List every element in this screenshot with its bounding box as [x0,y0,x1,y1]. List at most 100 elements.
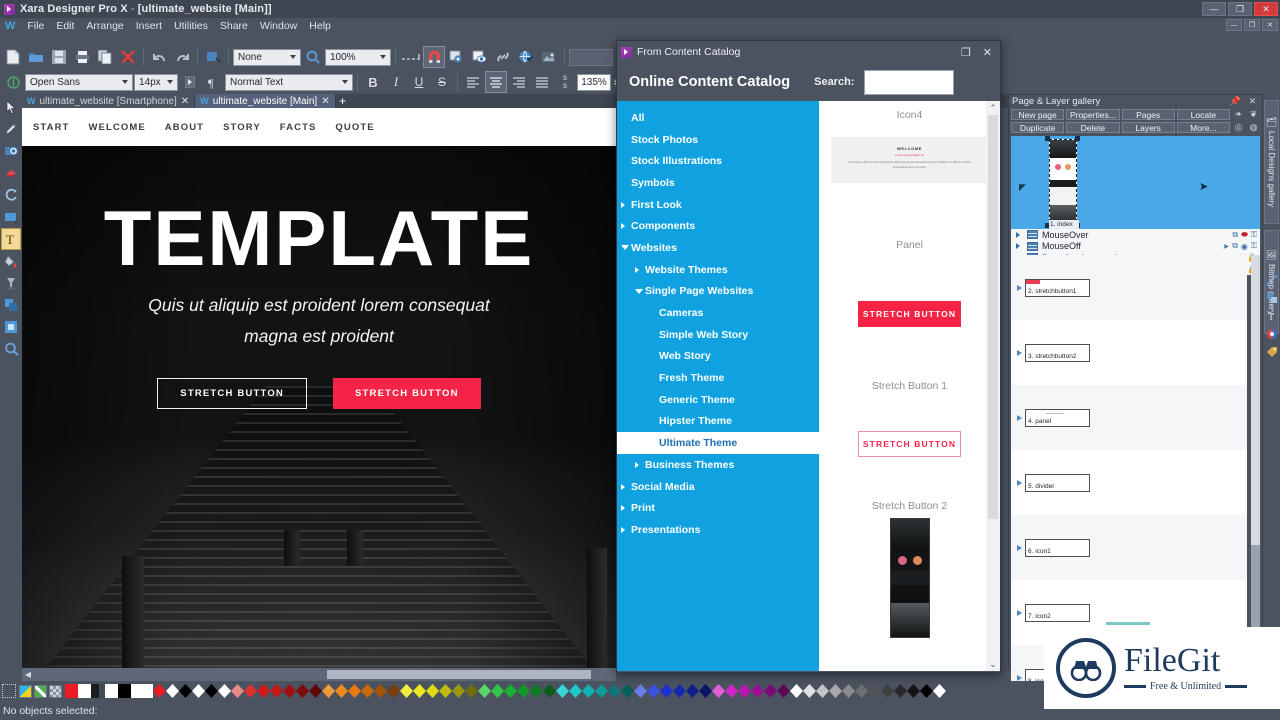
menu-item-utilities[interactable]: Utilities [168,20,214,32]
preview-welcome-card[interactable]: WELCOME Lorem ipsum dolor sit Lorem ipsu… [831,137,988,183]
menu-item-help[interactable]: Help [303,20,337,32]
mould-tool-icon[interactable] [1,294,21,316]
colour-swatch[interactable] [842,684,855,698]
object-thumbnail[interactable]: 5. divider [1025,473,1090,492]
photo-tool-icon[interactable] [1,140,21,162]
colour-swatch[interactable] [192,684,205,698]
category-item-simple-web-story[interactable]: Simple Web Story [617,324,819,346]
close-icon[interactable]: ✕ [1246,96,1259,107]
colour-swatch[interactable] [166,684,179,698]
colour-swatch[interactable] [153,684,166,698]
sync-icon[interactable]: ⧉ [1232,230,1238,240]
italic-button[interactable]: I [385,71,407,93]
category-item-first-look[interactable]: First Look [617,194,819,216]
colour-swatch[interactable] [322,684,335,698]
web-properties-icon[interactable] [515,46,537,68]
dialog-maximize-button[interactable]: ❐ [961,46,971,59]
doc-minimize-button[interactable]: — [1226,19,1242,31]
doc-restore-button[interactable]: ❐ [1244,19,1260,31]
colour-swatch[interactable] [65,684,78,698]
colour-swatch[interactable] [634,684,647,698]
freehand-tool-icon[interactable] [1,118,21,140]
colour-swatch[interactable] [530,684,543,698]
menu-item-edit[interactable]: Edit [50,20,80,32]
scroll-down-arrow-icon[interactable]: ⌄ [986,657,1000,671]
colour-swatch[interactable] [400,684,413,698]
properties-button[interactable]: Properties... [1066,109,1120,120]
no-colour-swatch[interactable] [2,684,16,698]
layers-button[interactable]: Layers [1121,122,1175,133]
preview-stretch-button-filled[interactable]: STRETCH BUTTON [858,301,961,327]
colour-swatch[interactable] [465,684,478,698]
bold-button[interactable]: B [362,71,384,93]
stack-pages-icon[interactable]: ❧ [1232,109,1245,120]
colour-swatch[interactable] [413,684,426,698]
minimize-button[interactable]: — [1202,2,1226,16]
new-page-button[interactable]: New page [1011,109,1065,120]
colour-swatch[interactable] [517,684,530,698]
colour-swatch[interactable] [296,684,309,698]
preview-stretch-button-outline[interactable]: STRETCH BUTTON [858,431,961,457]
category-sidebar[interactable]: All Stock Photos Stock Illustrations Symbol… [617,101,819,671]
colour-swatch[interactable] [231,684,244,698]
object-row[interactable]: 2. stretchbutton1 [1011,255,1247,320]
colour-swatch[interactable] [283,684,296,698]
colour-swatch[interactable] [803,684,816,698]
redo-icon[interactable] [171,46,193,68]
link-icon[interactable] [492,46,514,68]
canvas-horizontal-scrollbar[interactable]: ◀ [22,668,616,681]
ruler-icon[interactable] [400,46,422,68]
colour-swatch[interactable] [543,684,556,698]
snap-magnet-icon[interactable] [423,46,445,68]
text-style-select[interactable]: Normal Text [225,73,353,91]
doc-tab-close-icon[interactable]: ✕ [321,96,329,107]
colour-swatch[interactable] [582,684,595,698]
colour-swatch[interactable] [764,684,777,698]
subscript-superscript-icon[interactable]: ss [554,71,576,93]
colour-swatch[interactable] [348,684,361,698]
object-thumbnail[interactable]: 3. stretchbutton2 [1025,343,1090,362]
colour-swatch[interactable] [244,684,257,698]
align-left-icon[interactable] [462,71,484,93]
colour-swatch[interactable] [218,684,231,698]
category-item-components[interactable]: Components [617,215,819,237]
menu-item-insert[interactable]: Insert [130,20,168,32]
preview-icon[interactable] [469,46,491,68]
object-thumbnail[interactable]: 7. icon2 [1025,603,1090,622]
zoom-tool-icon[interactable] [1,338,21,360]
colour-swatch[interactable] [205,684,218,698]
object-row[interactable]: 4. panel [1011,385,1247,450]
hero-filled-button[interactable]: STRETCH BUTTON [333,377,481,409]
pin-icon[interactable]: 📌 [1229,96,1242,107]
zoom-level-select[interactable]: 100% [325,48,391,66]
scroll-up-arrow-icon[interactable]: ⌃ [986,101,1000,115]
object-row[interactable]: 3. stretchbutton2 [1011,320,1247,385]
preview-scroll-thumb[interactable] [988,115,998,519]
chevron-down-icon[interactable] [621,245,629,251]
nav-item-welcome[interactable]: WELCOME [88,122,145,133]
colour-swatch[interactable] [673,684,686,698]
nav-item-story[interactable]: STORY [223,122,261,133]
colour-swatch[interactable] [504,684,517,698]
menu-item-file[interactable]: File [21,20,50,32]
colour-swatch[interactable] [361,684,374,698]
rectangle-tool-icon[interactable] [1,206,21,228]
object-thumbnail[interactable]: 6. icon1 [1025,538,1090,557]
catalog-preview-pane[interactable]: Icon4 WELCOME Lorem ipsum dolor sit Lore… [819,101,1000,671]
photo-icon[interactable] [538,46,560,68]
align-right-icon[interactable] [508,71,530,93]
line-spacing-input[interactable]: 135% [577,73,611,91]
colour-swatch[interactable] [569,684,582,698]
quality-icon[interactable] [446,46,468,68]
colour-swatch[interactable] [868,684,881,698]
colour-swatch[interactable] [452,684,465,698]
doc-tab-main[interactable]: W ultimate_website [Main] ✕ [195,94,336,108]
locate-button[interactable]: Locate [1176,109,1230,120]
restore-button[interactable]: ❐ [1228,2,1252,16]
hero-outline-button[interactable]: STRETCH BUTTON [157,377,307,409]
import-icon[interactable] [202,46,224,68]
sync-icon[interactable]: ⧉ [1232,241,1238,251]
colour-swatch[interactable] [621,684,634,698]
doc-close-button[interactable]: ✕ [1262,19,1278,31]
colour-swatch[interactable] [374,684,387,698]
